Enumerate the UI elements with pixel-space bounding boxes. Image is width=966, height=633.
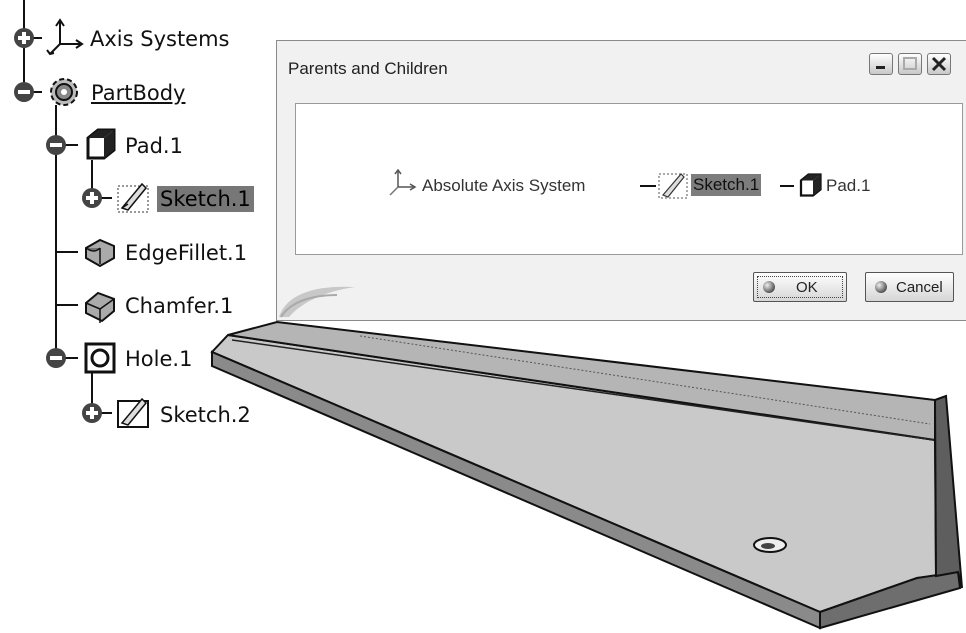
collapse-minus-icon[interactable]: [44, 346, 68, 370]
parents-children-dialog: Parents and Children Absolute Axis Syste…: [276, 40, 966, 321]
close-icon: [931, 56, 947, 72]
maximize-icon: [903, 57, 917, 70]
pad-icon: [86, 128, 116, 160]
pad-icon: [799, 173, 822, 197]
parents-children-graph: Absolute Axis System Sketch.1 Pad.1: [295, 103, 963, 255]
expand-plus-icon[interactable]: [80, 401, 104, 425]
axis-icon: [46, 18, 84, 56]
axis-icon: [389, 168, 417, 196]
tree-item-edgefillet1[interactable]: EdgeFillet.1: [125, 240, 247, 266]
expand-plus-icon[interactable]: [12, 26, 36, 50]
ok-ball-icon: [763, 281, 775, 293]
sketch-icon: [117, 397, 149, 428]
collapse-minus-icon[interactable]: [44, 133, 68, 157]
minimize-icon: [876, 66, 885, 69]
hole-icon: [84, 342, 116, 374]
cancel-button-label: Cancel: [896, 279, 943, 296]
expand-plus-icon[interactable]: [80, 186, 104, 210]
cancel-ball-icon: [875, 281, 887, 293]
tree-item-hole1[interactable]: Hole.1: [125, 346, 192, 372]
sketch-icon: [117, 182, 149, 213]
graph-node-parent[interactable]: Absolute Axis System: [422, 176, 585, 196]
gear-icon: [50, 78, 78, 106]
tree-item-sketch1[interactable]: Sketch.1: [157, 186, 254, 212]
ok-button-label: OK: [796, 279, 818, 296]
sketch-icon: [658, 173, 688, 199]
part-model: [210, 320, 963, 630]
collapse-minus-icon[interactable]: [12, 80, 36, 104]
close-button[interactable]: [927, 53, 951, 75]
cancel-button[interactable]: Cancel: [865, 272, 954, 302]
maximize-button[interactable]: [898, 53, 922, 75]
edgefillet-icon: [85, 238, 115, 268]
tree-item-pad1[interactable]: Pad.1: [125, 133, 183, 159]
graph-node-child[interactable]: Pad.1: [826, 176, 870, 196]
graph-link: [780, 185, 794, 187]
tree-item-sketch2[interactable]: Sketch.2: [160, 402, 251, 428]
graph-node-selected[interactable]: Sketch.1: [691, 174, 762, 196]
minimize-button[interactable]: [869, 53, 893, 75]
dialog-title: Parents and Children: [288, 59, 448, 78]
chamfer-icon: [85, 291, 115, 323]
tree-item-partbody[interactable]: PartBody: [91, 80, 185, 106]
tree-item-axis-systems[interactable]: Axis Systems: [90, 26, 230, 52]
graph-link: [640, 185, 656, 187]
ok-button[interactable]: OK: [753, 272, 847, 302]
dialog-logo-decoration: [279, 286, 355, 318]
tree-item-chamfer1[interactable]: Chamfer.1: [125, 293, 233, 319]
